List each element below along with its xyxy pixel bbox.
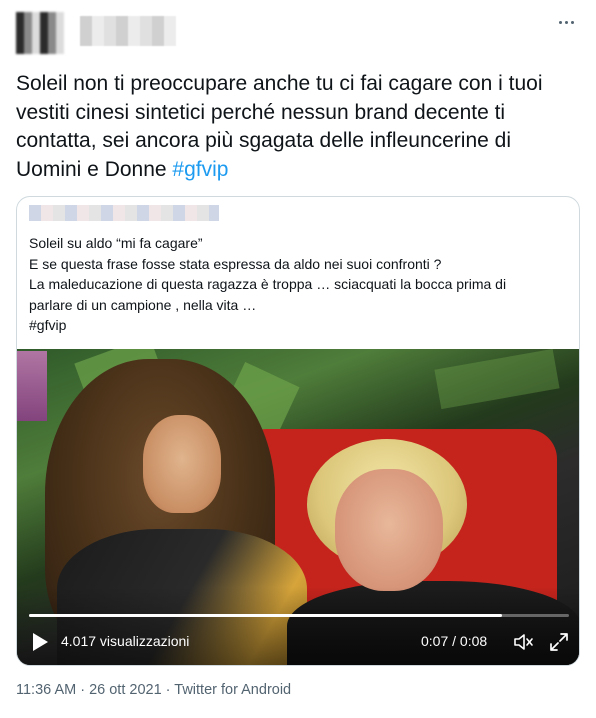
quoted-line: parlare di un campione , nella vita … [29,296,257,313]
hashtag-link[interactable]: #gfvip [172,158,228,181]
video-time: 0:07 / 0:08 [421,633,488,649]
quoted-line: E se questa frase fosse stata espressa d… [29,255,442,272]
quoted-line: La maleducazione di questa ragazza è tro… [29,276,507,292]
quoted-hashtag[interactable]: #gfvip [29,315,569,336]
progress-fill [29,614,502,617]
tweet-header [0,0,596,60]
more-options-button[interactable] [554,12,578,32]
quoted-tweet[interactable]: Soleil su aldo “mi fa cagare” E se quest… [16,196,580,666]
progress-bar[interactable] [29,614,569,617]
avatar[interactable] [16,12,64,54]
tweet-timestamp[interactable]: 11:36 AM · 26 ott 2021 · Twitter for And… [16,682,291,698]
quoted-tweet-text: Soleil su aldo “mi fa cagare” E se quest… [29,233,569,336]
more-horizontal-icon [558,20,562,24]
tv-logo [17,351,47,421]
person-right-face [335,469,443,591]
person-left-face [143,415,221,513]
tweet-body: Soleil non ti preoccupare anche tu ci fa… [16,72,543,181]
video-player[interactable]: 4.017 visualizzazioni 0:07 / 0:08 [17,349,579,665]
play-icon[interactable] [31,632,49,652]
tweet-text: Soleil non ti preoccupare anche tu ci fa… [16,70,578,184]
volume-icon[interactable] [513,632,535,652]
view-count: 4.017 visualizzazioni [61,633,190,649]
controls-overlay [17,587,579,665]
quoted-line: Soleil su aldo “mi fa cagare” [29,235,203,251]
author-name-redacted[interactable] [80,16,176,46]
fullscreen-icon[interactable] [549,632,569,652]
quoted-author-redacted [29,205,219,221]
